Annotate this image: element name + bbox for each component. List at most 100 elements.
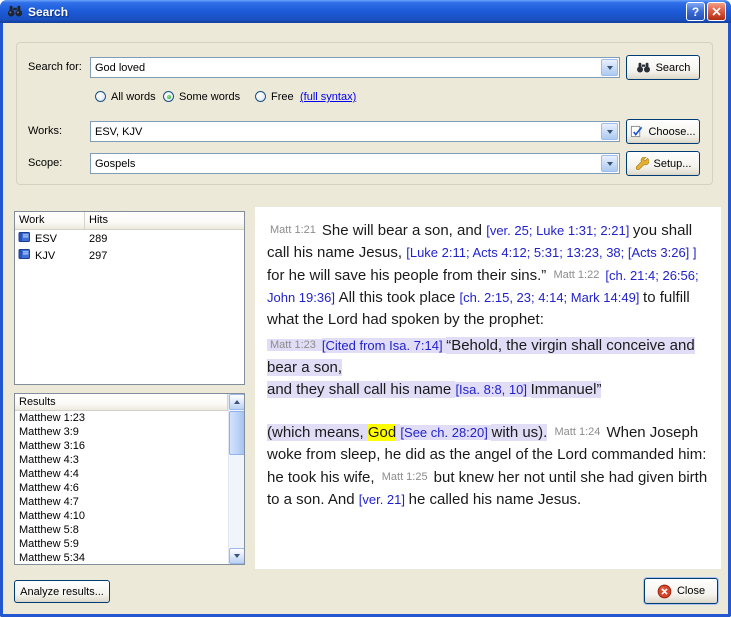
result-item[interactable]: Matthew 4:6 [15, 481, 228, 495]
scroll-down-button[interactable] [229, 548, 245, 564]
verse-text [547, 424, 551, 441]
result-item[interactable]: Matthew 4:7 [15, 495, 228, 509]
work-column-header[interactable]: Work [15, 212, 85, 229]
hits-row[interactable]: KJV 297 [15, 247, 244, 264]
scope-input[interactable] [91, 154, 619, 173]
setup-button[interactable]: Setup... [626, 151, 700, 176]
verse-text: She will bear a son, and [322, 222, 486, 239]
cross-reference[interactable]: [ver. 25; Luke 1:31; 2:21] [486, 223, 633, 238]
hits-row[interactable]: ESV289 [15, 230, 244, 247]
full-syntax-link[interactable]: (full syntax) [300, 91, 356, 103]
works-combobox [90, 121, 620, 142]
verse-ref: Matt 1:25 [379, 471, 434, 483]
titlebar: Search ? [0, 0, 731, 23]
verse-text: All this took place [339, 289, 460, 306]
chevron-down-icon [607, 162, 613, 166]
radio-all-words[interactable]: All words [95, 90, 156, 103]
search-combobox [90, 57, 620, 78]
scope-combobox [90, 153, 620, 174]
radio-free[interactable]: Free [255, 90, 294, 103]
works-input[interactable] [91, 122, 619, 141]
triangle-down-icon [234, 554, 240, 558]
verse-text: God [368, 424, 396, 441]
result-item[interactable]: Matthew 5:34 [15, 551, 228, 564]
search-for-label: Search for: [28, 61, 82, 73]
preview-paragraph: Matt 1:21 She will bear a son, and [ver.… [267, 219, 709, 331]
binoculars-icon [7, 5, 24, 18]
search-window: Search ? Search for: Search All words So… [0, 0, 731, 617]
search-button[interactable]: Search [626, 55, 700, 80]
result-item[interactable]: Matthew 5:9 [15, 537, 228, 551]
verse-text: (which means, [267, 424, 368, 441]
checklist-icon [630, 125, 643, 138]
hits-column-header[interactable]: Hits [85, 212, 244, 229]
scrollbar-thumb[interactable] [229, 411, 245, 455]
book-icon [18, 231, 31, 246]
radio-icon [255, 91, 266, 102]
close-circle-icon [657, 584, 672, 599]
close-button[interactable]: Close [644, 578, 718, 604]
radio-some-words[interactable]: Some words [163, 90, 240, 103]
search-button-label: Search [656, 62, 691, 74]
results-header: Results [15, 394, 228, 411]
radio-free-label: Free [271, 91, 294, 103]
radio-checked-icon [163, 91, 174, 102]
result-item[interactable]: Matthew 5:8 [15, 523, 228, 537]
radio-icon [95, 91, 106, 102]
preview-pane: Matt 1:21 She will bear a son, and [ver.… [255, 207, 721, 569]
choose-button-label: Choose... [648, 126, 695, 138]
verse-text: with us). [491, 424, 547, 441]
result-item[interactable]: Matthew 1:23 [15, 411, 228, 425]
cross-reference[interactable]: [See ch. 28:20] [400, 425, 491, 440]
results-items: Matthew 1:23Matthew 3:9Matthew 3:16Matth… [15, 411, 228, 564]
work-name: KJV [35, 250, 55, 262]
close-button-label: Close [677, 585, 705, 597]
result-item[interactable]: Matthew 4:3 [15, 453, 228, 467]
verse-ref: Matt 1:22 [550, 269, 605, 281]
results-scrollbar[interactable] [228, 394, 244, 564]
hits-table-header: Work Hits [15, 212, 244, 230]
hits-table: Work Hits ESV289 KJV 297 [14, 211, 245, 385]
cross-reference[interactable]: [Cited from Isa. 7:14] [322, 338, 446, 353]
search-input[interactable] [91, 58, 619, 77]
verse-ref: Matt 1:21 [267, 224, 322, 236]
preview-paragraph: (which means, God [See ch. 28:20] with u… [267, 421, 709, 511]
analyze-results-label: Analyze results... [20, 586, 104, 598]
choose-button[interactable]: Choose... [626, 119, 700, 144]
chevron-down-icon [607, 130, 613, 134]
help-button[interactable]: ? [686, 2, 705, 21]
verse-text: and they shall call his name [267, 381, 455, 398]
radio-all-words-label: All words [111, 91, 156, 103]
cross-reference[interactable]: [ver. 21] [359, 492, 409, 507]
scroll-up-button[interactable] [229, 394, 245, 410]
works-dropdown-button[interactable] [601, 123, 618, 140]
result-item[interactable]: Matthew 4:4 [15, 467, 228, 481]
scope-dropdown-button[interactable] [601, 155, 618, 172]
verse-text: he called his name Jesus. [409, 491, 582, 508]
search-dropdown-button[interactable] [601, 59, 618, 76]
cross-reference[interactable]: [Luke 2:11; Acts 4:12; 5:31; 13:23, 38; … [406, 245, 696, 260]
result-item[interactable]: Matthew 3:16 [15, 439, 228, 453]
verse-ref: Matt 1:24 [552, 426, 607, 438]
works-label: Works: [28, 125, 62, 137]
result-item[interactable]: Matthew 3:9 [15, 425, 228, 439]
cross-reference[interactable]: [ch. 2:15, 23; 4:14; Mark 14:49] [459, 290, 643, 305]
window-title: Search [28, 5, 684, 19]
setup-button-label: Setup... [654, 158, 692, 170]
result-item[interactable]: Matthew 4:10 [15, 509, 228, 523]
book-icon [18, 248, 31, 263]
radio-some-words-label: Some words [179, 91, 240, 103]
triangle-up-icon [234, 400, 240, 404]
hits-count: 297 [85, 250, 244, 262]
wrench-icon [635, 157, 649, 171]
hits-table-body: ESV289 KJV 297 [15, 230, 244, 264]
preview-paragraph: Matt 1:23 [Cited from Isa. 7:14] “Behold… [267, 334, 709, 401]
titlebar-close-button[interactable] [707, 2, 726, 21]
scope-label: Scope: [28, 157, 62, 169]
cross-reference[interactable]: [Isa. 8:8, 10] [455, 382, 530, 397]
chevron-down-icon [607, 66, 613, 70]
binoculars-icon [636, 62, 651, 73]
analyze-results-button[interactable]: Analyze results... [14, 580, 110, 603]
verse-text: Immanuel” [531, 381, 602, 398]
verse-ref: Matt 1:23 [267, 339, 322, 351]
